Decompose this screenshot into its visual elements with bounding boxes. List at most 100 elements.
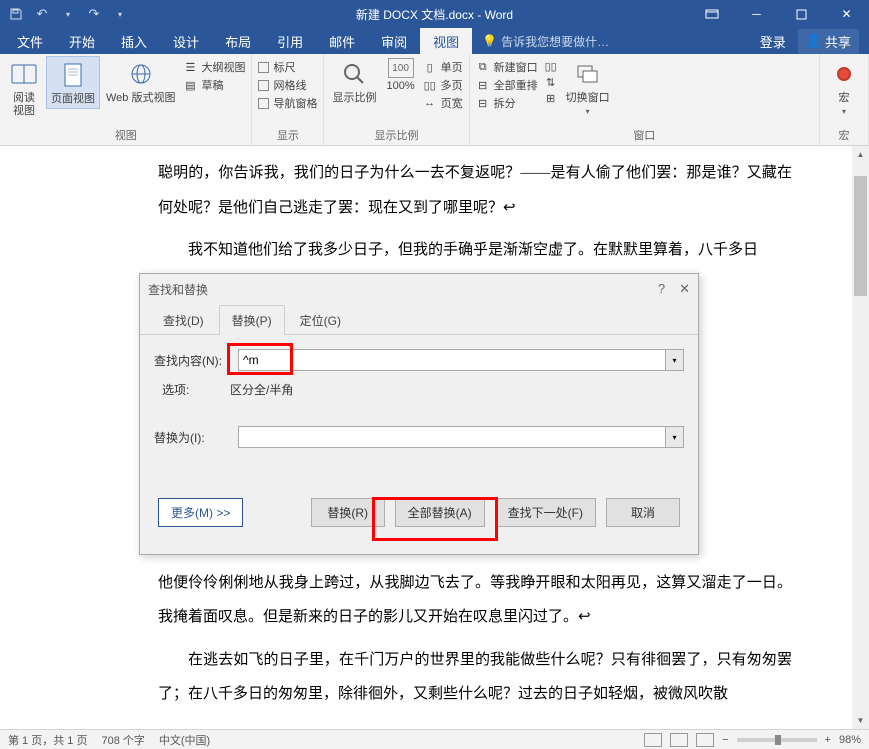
outline-view-button[interactable]: ☰大纲视图	[183, 59, 245, 75]
dialog-titlebar[interactable]: 查找和替换 ? ✕	[140, 274, 698, 304]
read-mode-button[interactable]: 阅读 视图	[4, 56, 44, 120]
sync-icon: ⇅	[544, 75, 558, 89]
split-icon: ⊟	[476, 96, 490, 110]
ribbon-group-show: 标尺 网格线 导航窗格 显示	[252, 54, 324, 145]
group-label-views: 视图	[4, 126, 247, 144]
menu-bar: 文件 开始 插入 设计 布局 引用 邮件 审阅 视图 💡 告诉我您想要做什… 登…	[0, 28, 869, 54]
cancel-button[interactable]: 取消	[606, 498, 680, 527]
paragraph: 聪明的，你告诉我，我们的日子为什么一去不复返呢？——是有人偷了他们罢：那是谁？又…	[158, 156, 792, 225]
share-icon: 👤	[806, 33, 822, 49]
nav-pane-checkbox[interactable]: 导航窗格	[258, 95, 317, 111]
replace-all-button[interactable]: 全部替换(A)	[395, 498, 485, 527]
split-button[interactable]: ⊟拆分	[476, 95, 538, 111]
tab-review[interactable]: 审阅	[368, 28, 420, 54]
dialog-close-icon[interactable]: ✕	[679, 281, 690, 297]
tell-me[interactable]: 💡 告诉我您想要做什…	[472, 28, 609, 54]
tab-references[interactable]: 引用	[264, 28, 316, 54]
quick-access-toolbar: ↶ ▾ ↷ ▾	[0, 6, 128, 22]
dropdown-caret-icon: ▾	[586, 107, 590, 116]
page-width-button[interactable]: ↔页宽	[423, 95, 463, 111]
tab-find[interactable]: 查找(D)	[150, 305, 217, 335]
tab-goto[interactable]: 定位(G)	[287, 305, 354, 335]
ribbon-group-window: ⧉新建窗口 ⊟全部重排 ⊟拆分 ▯▯ ⇅ ⊞ 切换窗口 ▾ 窗口	[470, 54, 820, 145]
vertical-scrollbar[interactable]: ▲ ▼	[852, 146, 869, 729]
tab-layout[interactable]: 布局	[212, 28, 264, 54]
options-value: 区分全/半角	[230, 381, 293, 398]
share-button[interactable]: 👤 共享	[798, 29, 859, 54]
scroll-thumb[interactable]	[854, 176, 867, 296]
zoom-slider[interactable]	[737, 738, 817, 742]
replace-input[interactable]	[238, 426, 666, 448]
checkbox-icon	[258, 62, 269, 73]
switch-window-button[interactable]: 切换窗口 ▾	[562, 56, 614, 118]
gridlines-checkbox[interactable]: 网格线	[258, 77, 317, 93]
tab-insert[interactable]: 插入	[108, 28, 160, 54]
ribbon-group-views: 阅读 视图 页面视图 Web 版式视图 ☰大纲视图 ▤草稿 视图	[0, 54, 252, 145]
save-icon[interactable]	[8, 6, 24, 22]
zoom-100-icon: 100	[388, 58, 414, 78]
paragraph: 他便伶伶俐俐地从我身上跨过，从我脚边飞去了。等我睁开眼和太阳再见，这算又溜走了一…	[158, 566, 792, 635]
qat-caret-icon[interactable]: ▾	[112, 6, 128, 22]
find-input[interactable]	[238, 349, 666, 371]
more-button[interactable]: 更多(M) >>	[158, 498, 243, 527]
find-dropdown-icon[interactable]: ▾	[666, 349, 684, 371]
ribbon: 阅读 视图 页面视图 Web 版式视图 ☰大纲视图 ▤草稿 视图 标尺 网格线 …	[0, 54, 869, 146]
find-label: 查找内容(N):	[154, 352, 230, 369]
replace-button[interactable]: 替换(R)	[311, 498, 385, 527]
view-read-icon[interactable]	[644, 733, 662, 747]
multi-page-button[interactable]: ▯▯多页	[423, 77, 463, 93]
dropdown-caret-icon: ▾	[842, 107, 846, 116]
draft-icon: ▤	[183, 78, 197, 92]
status-page[interactable]: 第 1 页，共 1 页	[8, 732, 87, 748]
view-print-icon[interactable]	[670, 733, 688, 747]
help-icon[interactable]: ?	[658, 281, 665, 297]
replace-dropdown-icon[interactable]: ▾	[666, 426, 684, 448]
status-word-count[interactable]: 708 个字	[101, 732, 144, 748]
ruler-checkbox[interactable]: 标尺	[258, 59, 317, 75]
zoom-slider-thumb[interactable]	[775, 735, 781, 745]
tab-replace[interactable]: 替换(P)	[219, 305, 285, 335]
scroll-up-icon[interactable]: ▲	[852, 146, 869, 163]
tab-file[interactable]: 文件	[4, 28, 56, 54]
ribbon-group-macros: 宏 ▾ 宏	[820, 54, 869, 145]
caret-down-icon[interactable]: ▾	[60, 6, 76, 22]
maximize-button[interactable]	[779, 0, 824, 28]
macros-button[interactable]: 宏 ▾	[824, 56, 864, 118]
undo-icon[interactable]: ↶	[34, 6, 50, 22]
outline-icon: ☰	[183, 60, 197, 74]
web-layout-button[interactable]: Web 版式视图	[102, 56, 179, 107]
multi-page-icon: ▯▯	[423, 78, 437, 92]
ribbon-options-icon[interactable]	[689, 0, 734, 28]
new-window-icon: ⧉	[476, 60, 490, 74]
status-bar: 第 1 页，共 1 页 708 个字 中文(中国) − + 98%	[0, 729, 869, 749]
view-web-icon[interactable]	[696, 733, 714, 747]
zoom-percent[interactable]: 98%	[839, 734, 861, 746]
new-window-button[interactable]: ⧉新建窗口	[476, 59, 538, 75]
status-language[interactable]: 中文(中国)	[159, 732, 210, 748]
one-page-button[interactable]: ▯单页	[423, 59, 463, 75]
checkbox-icon	[258, 98, 269, 109]
reset-pos-button: ⊞	[544, 91, 558, 105]
zoom-button[interactable]: 显示比例	[328, 56, 380, 107]
arrange-all-button[interactable]: ⊟全部重排	[476, 77, 538, 93]
find-next-button[interactable]: 查找下一处(F)	[495, 498, 596, 527]
side-icon: ▯▯	[544, 59, 558, 73]
zoom-in-icon[interactable]: +	[825, 734, 831, 746]
one-page-icon: ▯	[423, 60, 437, 74]
scroll-down-icon[interactable]: ▼	[852, 712, 869, 729]
ribbon-group-zoom: 显示比例 100 100% ▯单页 ▯▯多页 ↔页宽 显示比例	[324, 54, 469, 145]
close-button[interactable]: ✕	[824, 0, 869, 28]
print-layout-button[interactable]: 页面视图	[46, 56, 100, 109]
login-link[interactable]: 登录	[760, 32, 786, 51]
draft-view-button[interactable]: ▤草稿	[183, 77, 245, 93]
tab-design[interactable]: 设计	[160, 28, 212, 54]
zoom-100-button[interactable]: 100 100%	[382, 56, 418, 95]
redo-icon[interactable]: ↷	[86, 6, 102, 22]
tab-home[interactable]: 开始	[56, 28, 108, 54]
tab-view[interactable]: 视图	[420, 28, 472, 54]
minimize-button[interactable]: ─	[734, 0, 779, 28]
options-label: 选项:	[154, 381, 230, 398]
zoom-out-icon[interactable]: −	[722, 734, 728, 746]
group-label-show: 显示	[256, 126, 319, 144]
tab-mailings[interactable]: 邮件	[316, 28, 368, 54]
